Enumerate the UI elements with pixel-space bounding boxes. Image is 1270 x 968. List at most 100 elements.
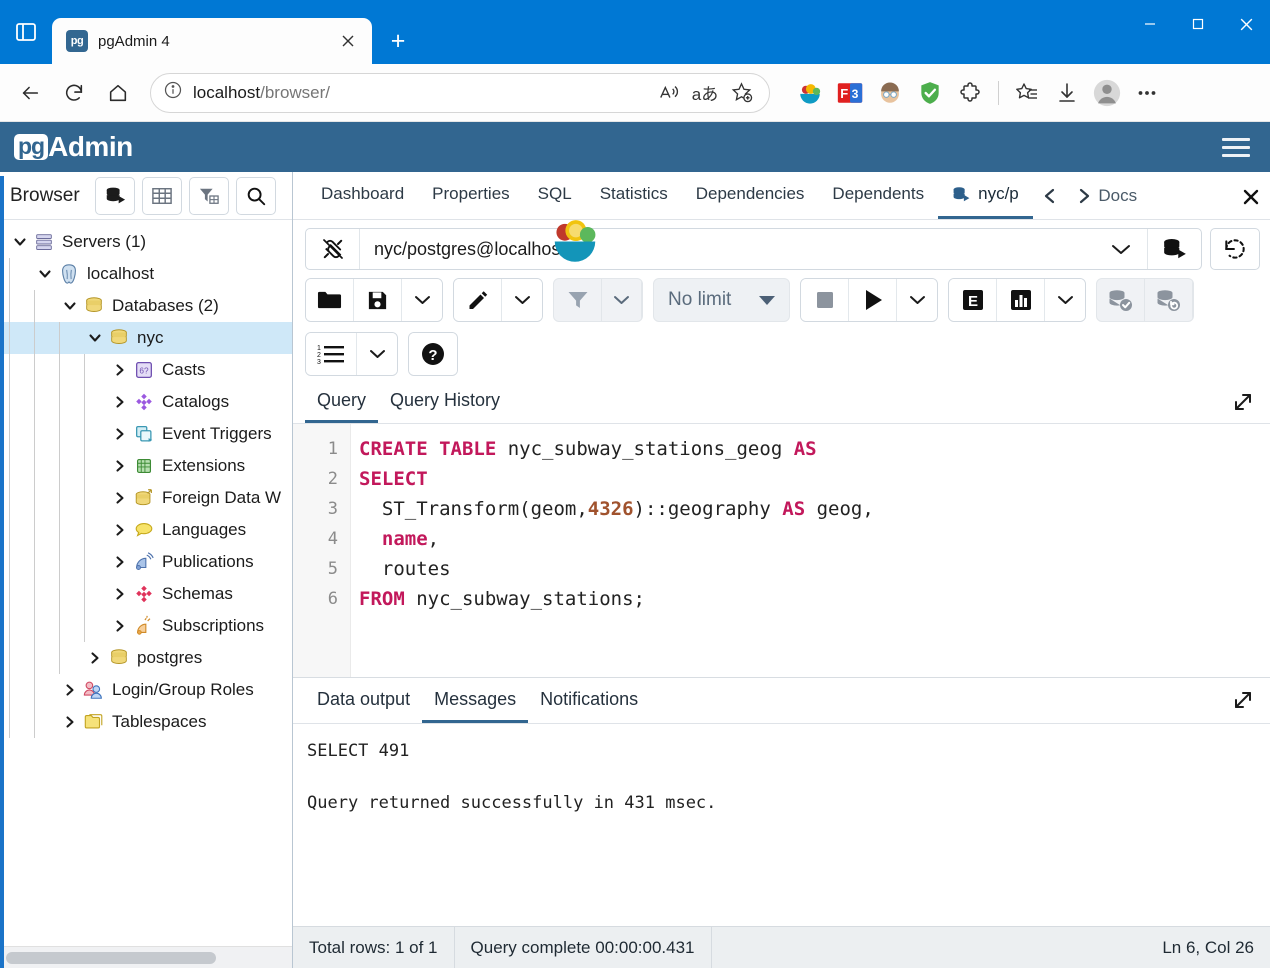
tab-query-history[interactable]: Query History: [378, 380, 512, 423]
downloads-icon[interactable]: [1051, 77, 1083, 109]
row-limit-select[interactable]: No limit: [653, 278, 791, 322]
tree-expand-chevron-icon[interactable]: [59, 714, 81, 730]
tree-expand-chevron-icon[interactable]: [84, 330, 106, 346]
commit-icon[interactable]: [1097, 279, 1146, 321]
tree-expand-chevron-icon[interactable]: [109, 586, 131, 602]
tree-expand-chevron-icon[interactable]: [84, 650, 106, 666]
chevron-down-icon[interactable]: [502, 279, 542, 321]
tree-node-foreign-data-w[interactable]: Foreign Data W: [0, 482, 292, 514]
tab-statistics[interactable]: Statistics: [586, 172, 682, 219]
tab-notifications[interactable]: Notifications: [528, 678, 650, 723]
reset-layout-icon[interactable]: [1210, 228, 1260, 270]
editor-code[interactable]: CREATE TABLE nyc_subway_stations_geog AS…: [351, 424, 1270, 677]
filter-icon[interactable]: [554, 279, 602, 321]
tree-node-nyc[interactable]: nyc: [0, 322, 292, 354]
tree-expand-chevron-icon[interactable]: [59, 298, 81, 314]
query-tool-icon[interactable]: [94, 176, 135, 215]
sql-editor[interactable]: 1 2 3 4 5 6 CREATE TABLE nyc_subway_stations_…: [293, 424, 1270, 678]
tree-node-extensions[interactable]: Extensions: [0, 450, 292, 482]
tree-expand-chevron-icon[interactable]: [109, 458, 131, 474]
scrollbar-thumb[interactable]: [6, 951, 216, 964]
filter-data-icon[interactable]: [188, 176, 229, 215]
close-tab-icon[interactable]: [1238, 184, 1264, 210]
query-tool-icon[interactable]: [1147, 229, 1201, 269]
fruit-bowl-extension-icon[interactable]: [794, 77, 826, 109]
tab-query-tool-nyc[interactable]: nyc/p: [938, 172, 1033, 219]
tree-horizontal-scrollbar[interactable]: [0, 946, 292, 968]
tab-messages[interactable]: Messages: [422, 678, 529, 723]
edit-pencil-icon[interactable]: [454, 279, 502, 321]
stop-query-icon[interactable]: [801, 279, 850, 321]
settings-more-icon[interactable]: [1131, 77, 1163, 109]
address-bar[interactable]: localhost/browser/ aあ: [150, 72, 770, 113]
explain-e-icon[interactable]: E: [949, 279, 998, 321]
tree-expand-chevron-icon[interactable]: [9, 234, 31, 250]
home-icon[interactable]: [98, 73, 138, 113]
tree-node-databases-2[interactable]: Databases (2): [0, 290, 292, 322]
collections-icon[interactable]: [1011, 77, 1043, 109]
info-icon[interactable]: [163, 80, 183, 105]
chevron-down-icon[interactable]: [602, 279, 642, 321]
search-icon[interactable]: [235, 176, 276, 215]
tab-dependencies[interactable]: Dependencies: [682, 172, 819, 219]
avatar-extension-icon[interactable]: [874, 77, 906, 109]
translate-icon[interactable]: aあ: [689, 77, 721, 109]
tab-dependents[interactable]: Dependents: [818, 172, 938, 219]
chevron-down-icon[interactable]: [897, 279, 938, 321]
help-question-icon[interactable]: ?: [409, 333, 457, 375]
minimize-icon[interactable]: [1126, 0, 1174, 48]
tree-expand-chevron-icon[interactable]: [109, 362, 131, 378]
tree-expand-chevron-icon[interactable]: [109, 618, 131, 634]
tab-properties[interactable]: Properties: [418, 172, 523, 219]
hamburger-menu-icon[interactable]: [1216, 132, 1256, 163]
profile-icon[interactable]: [1091, 77, 1123, 109]
tree-expand-chevron-icon[interactable]: [109, 554, 131, 570]
close-icon[interactable]: [334, 27, 362, 55]
close-icon[interactable]: [1222, 0, 1270, 48]
tab-query[interactable]: Query: [305, 380, 379, 423]
tree-node-tablespaces[interactable]: Tablespaces: [0, 706, 292, 738]
open-file-icon[interactable]: [306, 279, 354, 321]
reload-icon[interactable]: [54, 73, 94, 113]
tree-node-postgres[interactable]: postgres: [0, 642, 292, 674]
browser-tree[interactable]: Servers (1) localhost Databases (2) nyc 6? Ca…: [0, 220, 292, 946]
extensions-puzzle-icon[interactable]: [954, 77, 986, 109]
tree-node-casts[interactable]: 6? Casts: [0, 354, 292, 386]
add-favorite-icon[interactable]: [725, 77, 757, 109]
chevron-down-icon[interactable]: [402, 279, 442, 321]
tab-actions-icon[interactable]: [0, 0, 52, 64]
tree-expand-chevron-icon[interactable]: [34, 266, 56, 282]
explain-analyze-chart-icon[interactable]: [997, 279, 1046, 321]
tree-node-catalogs[interactable]: Catalogs: [0, 386, 292, 418]
tree-node-publications[interactable]: Publications: [0, 546, 292, 578]
tab-data-output[interactable]: Data output: [305, 678, 422, 723]
tree-node-login-group-roles[interactable]: Login/Group Roles: [0, 674, 292, 706]
tree-expand-chevron-icon[interactable]: [109, 394, 131, 410]
execute-play-icon[interactable]: [849, 279, 898, 321]
adblock-shield-icon[interactable]: [914, 77, 946, 109]
macros-list-icon[interactable]: 123: [306, 333, 357, 375]
chevron-left-icon[interactable]: [1033, 186, 1067, 206]
chevron-down-icon[interactable]: [357, 333, 397, 375]
tree-expand-chevron-icon[interactable]: [109, 426, 131, 442]
tree-node-languages[interactable]: Languages: [0, 514, 292, 546]
browser-tab[interactable]: pg pgAdmin 4: [52, 18, 372, 64]
tree-node-localhost[interactable]: localhost: [0, 258, 292, 290]
tree-expand-chevron-icon[interactable]: [59, 682, 81, 698]
expand-panel-icon[interactable]: [1226, 386, 1260, 418]
tree-node-event-triggers[interactable]: Event Triggers: [0, 418, 292, 450]
maximize-icon[interactable]: [1174, 0, 1222, 48]
tab-dashboard[interactable]: Dashboard: [307, 172, 418, 219]
tree-expand-chevron-icon[interactable]: [109, 522, 131, 538]
tree-expand-chevron-icon[interactable]: [109, 490, 131, 506]
rollback-icon[interactable]: [1145, 279, 1194, 321]
read-aloud-icon[interactable]: [653, 77, 685, 109]
chevron-down-icon[interactable]: [1045, 279, 1086, 321]
expand-panel-icon[interactable]: [1226, 684, 1260, 716]
connection-selector[interactable]: nyc/postgres@localhost: [305, 228, 1202, 270]
tree-node-subscriptions[interactable]: Subscriptions: [0, 610, 292, 642]
chevron-down-icon[interactable]: [1095, 229, 1147, 269]
back-arrow-icon[interactable]: [10, 73, 50, 113]
tab-sql[interactable]: SQL: [524, 172, 586, 219]
new-tab-button[interactable]: +: [378, 21, 418, 61]
